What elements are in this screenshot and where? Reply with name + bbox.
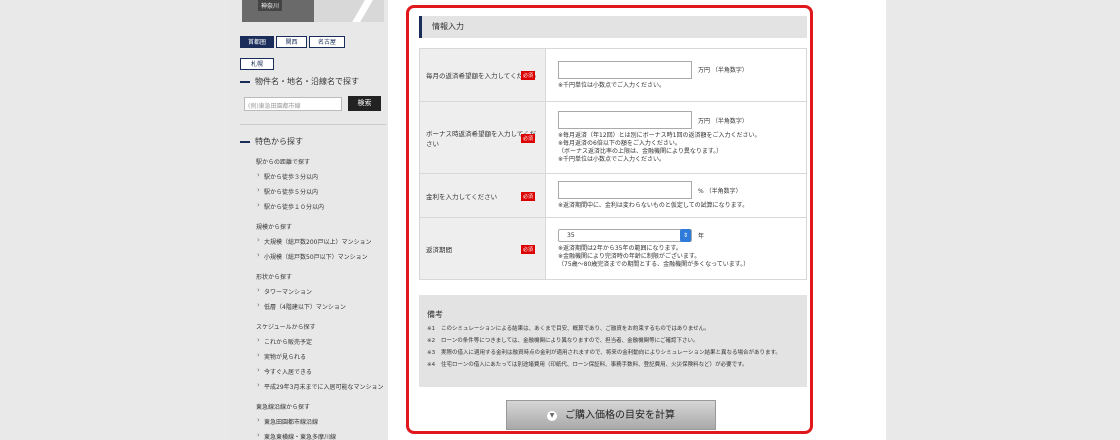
label-text: 毎月の返済希望額を入力してください bbox=[426, 72, 537, 80]
group-title: 形状から探す bbox=[256, 274, 293, 281]
section-title: 情報入力 bbox=[419, 16, 807, 38]
feature-heading-text: 特色から探す bbox=[255, 137, 303, 146]
simulation-form-panel: 情報入力 毎月の返済希望額を入力してください 必須 万円 （半角数字） ※千円単… bbox=[406, 5, 813, 434]
group-title: 東急線沿線から探す bbox=[256, 404, 311, 411]
region-tab[interactable]: 関西 bbox=[276, 36, 307, 48]
note-line: （75歳～80歳完済までの期間とする、金融機関が多くなっています。） bbox=[558, 260, 750, 268]
table-row: 返済期間 必須 35 ⇕ 年 ※返済期間は2年から35年の範囲になります。 ※金… bbox=[419, 217, 807, 280]
table-row: 毎月の返済希望額を入力してください 必須 万円 （半角数字） ※千円単位は小数点… bbox=[419, 48, 807, 102]
unit-text: % （半角数字） bbox=[698, 187, 742, 195]
divider bbox=[240, 124, 386, 125]
row-value: 万円 （半角数字） ※千円単位は小数点でご入力ください。 bbox=[545, 48, 807, 102]
region-tabs: 首都圏 関西 名古屋 札幌 bbox=[240, 29, 390, 73]
remark-number: ※2 bbox=[427, 338, 436, 344]
calculate-button[interactable]: ▼ ご購入価格の目安を計算 bbox=[506, 400, 716, 430]
row-label: 金利を入力してください 必須 bbox=[419, 173, 546, 218]
list-item[interactable]: 今すぐ入居できる bbox=[257, 366, 386, 376]
select-arrows-icon: ⇕ bbox=[680, 228, 691, 242]
row-value: 35 ⇕ 年 ※返済期間は2年から35年の範囲になります。 ※金融機関により完済… bbox=[545, 217, 807, 280]
map-thumbnail[interactable]: 神奈川 bbox=[242, 0, 384, 22]
repayment-period-select[interactable]: 35 ⇕ bbox=[558, 228, 692, 242]
note-line: （ボーナス返済比率の上限は、金融機関により異なります。） bbox=[558, 148, 723, 155]
unit-text: 万円 （半角数字） bbox=[698, 117, 748, 125]
feature-heading: 特色から探す bbox=[240, 136, 303, 147]
list-item[interactable]: これから販売予定 bbox=[257, 336, 386, 346]
list-item[interactable]: 低層（4階建以下）マンション bbox=[257, 301, 386, 311]
list-item[interactable]: 実物が見られる bbox=[257, 351, 386, 361]
remark-text: ローンの条件等につきましては、金融機関により異なりますので、担当者、金融機関等に… bbox=[441, 338, 699, 344]
label-text: 返済期間 bbox=[426, 245, 452, 254]
note-text: ※毎月返済（年12回）とは別にボーナス時1回の返済額をご入力ください。 ※毎月返… bbox=[558, 132, 794, 164]
search-input[interactable]: (例)東急田園都市線 bbox=[244, 97, 342, 111]
interest-rate-input[interactable] bbox=[558, 181, 692, 199]
group-title: 規模から探す bbox=[256, 224, 293, 231]
list-item[interactable]: 東急田園都市線沿線 bbox=[257, 416, 386, 426]
row-label: ボーナス時返済希望額を入力してください 必須 bbox=[419, 101, 546, 174]
heading-bar bbox=[240, 80, 250, 83]
note-line: ※金融機関により完済時の年齢に制限がございます。 bbox=[558, 252, 701, 260]
note-text: ※千円単位は小数点でご入力ください。 bbox=[558, 81, 666, 89]
remark-line: ※2 ローンの条件等につきましては、金融機関により異なりますので、担当者、金融機関… bbox=[427, 338, 799, 345]
note-line: ※毎月返済（年12回）とは別にボーナス時1回の返済額をご入力ください。 bbox=[558, 132, 761, 139]
table-row: ボーナス時返済希望額を入力してください 必須 万円 （半角数字） ※毎月返済（年… bbox=[419, 101, 807, 174]
required-badge: 必須 bbox=[520, 71, 535, 80]
remark-line: ※1 このシミュレーションによる結果は、あくまで目安、概算であり、ご融資をお約束す… bbox=[427, 326, 799, 333]
required-badge: 必須 bbox=[520, 191, 535, 201]
label-text: 金利を入力してください bbox=[426, 192, 498, 201]
map-area bbox=[314, 0, 384, 22]
remark-text: 実際の借入に適用する金利は融資時点の金利が適用されますので、将来の金利動向により… bbox=[441, 350, 781, 356]
remark-number: ※3 bbox=[427, 350, 436, 356]
label-text: ボーナス時返済希望額を入力してください bbox=[426, 129, 537, 148]
row-label: 毎月の返済希望額を入力してください 必須 bbox=[419, 48, 546, 102]
remarks-title: 備考 bbox=[427, 310, 443, 319]
note-line: ※毎月返済の6倍以下の額をご入力ください。 bbox=[558, 140, 681, 147]
unit-text: 万円 （半角数字） bbox=[698, 67, 748, 74]
region-tab[interactable]: 名古屋 bbox=[309, 36, 345, 48]
row-value: 万円 （半角数字） ※毎月返済（年12回）とは別にボーナス時1回の返済額をご入力… bbox=[545, 101, 807, 174]
remarks-box: 備考 ※1 このシミュレーションによる結果は、あくまで目安、概算であり、ご融資をお… bbox=[419, 295, 807, 387]
heading-bar bbox=[240, 140, 250, 143]
required-badge: 必須 bbox=[520, 244, 535, 254]
unit-text: 年 bbox=[698, 232, 705, 240]
select-value: 35 bbox=[567, 231, 575, 239]
sidebar: 神奈川 首都圏 関西 名古屋 札幌 物件名・地名・沿線名で探す (例)東急田園都市線… bbox=[230, 0, 388, 440]
required-badge: 必須 bbox=[520, 133, 535, 143]
remark-number: ※1 bbox=[427, 326, 436, 332]
search-heading: 物件名・地名・沿線名で探す bbox=[240, 76, 359, 87]
row-value: % （半角数字） ※返済期間中に、金利は変わらないものと仮定しての試算になります… bbox=[545, 173, 807, 218]
list-item[interactable]: タワーマンション bbox=[257, 286, 386, 296]
note-text: ※返済期間中に、金利は変わらないものと仮定しての試算になります。 bbox=[558, 202, 749, 209]
map-label: 神奈川 bbox=[258, 0, 283, 11]
remark-line: ※4 住宅ローンの借入にあたっては別途諸費用（印紙代、ローン保証料、事務手数料、登… bbox=[427, 362, 799, 369]
chevron-down-circle-icon: ▼ bbox=[547, 411, 557, 421]
list-item[interactable]: 東急東横線・東急多摩川線 bbox=[257, 431, 386, 440]
search-button[interactable]: 検索 bbox=[348, 96, 381, 111]
list-item[interactable]: 駅から徒歩３分以内 bbox=[257, 171, 386, 181]
calculate-button-label: ご購入価格の目安を計算 bbox=[565, 410, 675, 421]
remark-text: 住宅ローンの借入にあたっては別途諸費用（印紙代、ローン保証料、事務手数料、登記費… bbox=[441, 362, 748, 368]
table-row: 金利を入力してください 必須 % （半角数字） ※返済期間中に、金利は変わらない… bbox=[419, 173, 807, 218]
bonus-payment-input[interactable] bbox=[558, 111, 692, 129]
feature-list: 駅からの距離で探す 駅から徒歩３分以内 駅から徒歩５分以内 駅から徒歩１０分以内… bbox=[256, 157, 386, 440]
group-title: 駅からの距離で探す bbox=[256, 159, 311, 166]
list-item[interactable]: 平成29年3月末までに入居可能なマンション bbox=[257, 381, 386, 391]
monthly-payment-input[interactable] bbox=[558, 60, 692, 79]
list-item[interactable]: 小規模（総戸数50戸以下）マンション bbox=[257, 251, 386, 261]
region-tab[interactable]: 札幌 bbox=[240, 58, 274, 70]
remark-text: このシミュレーションによる結果は、あくまで目安、概算であり、ご融資をお約束するも… bbox=[441, 326, 710, 332]
note-line: ※千円単位は小数点でご入力ください。 bbox=[558, 156, 666, 163]
search-heading-text: 物件名・地名・沿線名で探す bbox=[255, 77, 359, 86]
note-line: ※返済期間は2年から35年の範囲になります。 bbox=[558, 244, 682, 252]
remark-number: ※4 bbox=[427, 362, 436, 368]
row-label: 返済期間 必須 bbox=[419, 217, 546, 280]
input-table: 毎月の返済希望額を入力してください 必須 万円 （半角数字） ※千円単位は小数点… bbox=[419, 48, 807, 280]
list-item[interactable]: 駅から徒歩１０分以内 bbox=[257, 201, 386, 211]
remark-line: ※3 実際の借入に適用する金利は融資時点の金利が適用されますので、将来の金利動向に… bbox=[427, 350, 799, 357]
region-tab[interactable]: 首都圏 bbox=[240, 36, 274, 48]
note-text: ※返済期間は2年から35年の範囲になります。 ※金融機関により完済時の年齢に制限… bbox=[558, 245, 794, 269]
list-item[interactable]: 駅から徒歩５分以内 bbox=[257, 186, 386, 196]
list-item[interactable]: 大規模（総戸数200戸以上）マンション bbox=[257, 236, 386, 246]
group-title: スケジュールから探す bbox=[256, 324, 316, 331]
